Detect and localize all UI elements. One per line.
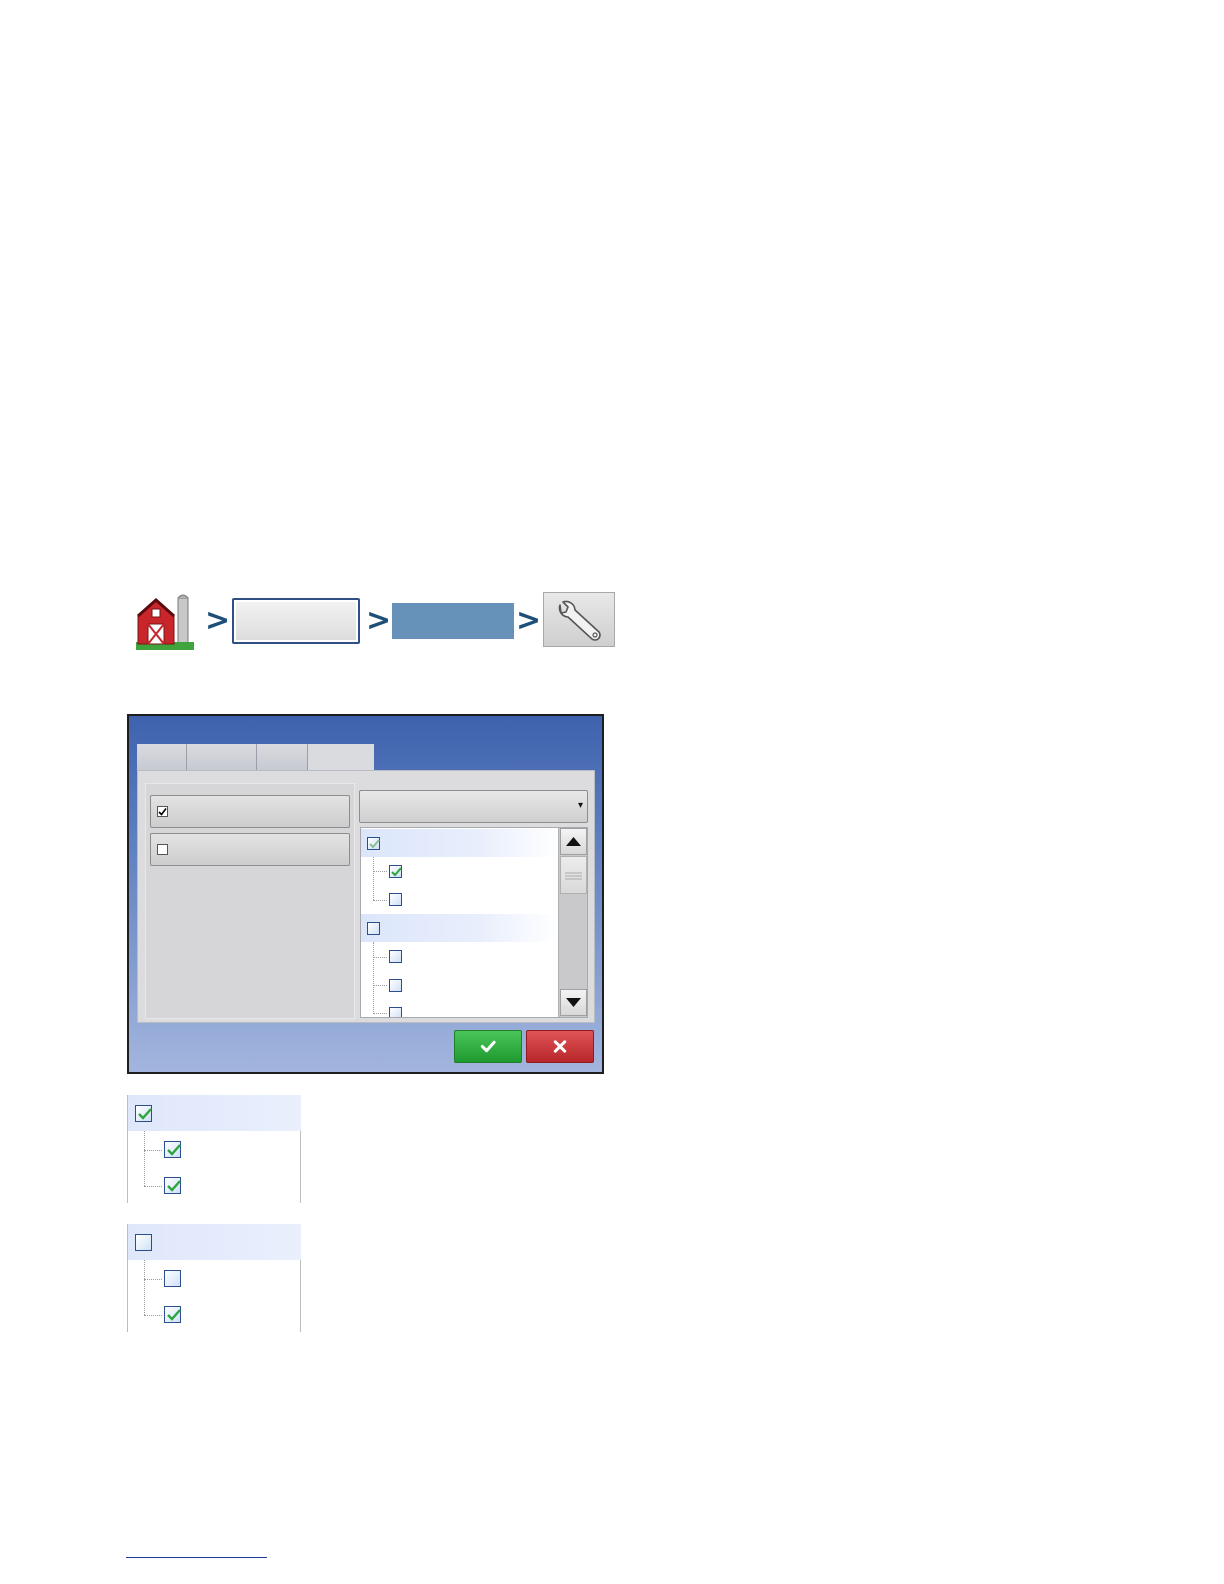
nav-step-button-2[interactable]: [392, 603, 514, 639]
check-icon: [167, 1144, 181, 1156]
option-button-1[interactable]: [150, 795, 350, 828]
checkbox-partial[interactable]: [367, 837, 380, 850]
nav-step-button-1[interactable]: [232, 598, 360, 644]
check-icon: [167, 1309, 181, 1321]
grip-icon: [565, 872, 582, 880]
tree-group-row[interactable]: [361, 914, 557, 942]
tree-child-checkbox-checked: [164, 1306, 181, 1323]
tree-connector: [373, 957, 387, 958]
tree-child-checkbox[interactable]: [389, 1007, 402, 1017]
arrow-up-icon: [566, 837, 581, 846]
chevron-right-icon: >: [516, 603, 542, 638]
chevron-right-icon: >: [205, 603, 231, 638]
wrench-icon: [558, 600, 601, 641]
option-button-2[interactable]: [150, 833, 350, 866]
tree-connector: [373, 857, 374, 900]
tree-group-checkbox: [135, 1234, 152, 1251]
check-icon: [391, 867, 402, 877]
barn-icon[interactable]: [136, 592, 194, 650]
tab-3[interactable]: [257, 744, 308, 771]
tree-connector: [144, 1150, 162, 1151]
dropdown-arrow-icon: ▾: [577, 800, 583, 811]
tree-scrollbar[interactable]: [558, 828, 587, 1017]
tree-connector: [144, 1260, 145, 1315]
tree-group-row: [128, 1224, 301, 1260]
check-icon: [480, 1040, 496, 1053]
tree-child-checkbox-checked: [164, 1141, 181, 1158]
tree-child-checkbox[interactable]: [389, 979, 402, 992]
check-icon: [158, 808, 167, 816]
checkbox-unchecked[interactable]: [157, 844, 168, 855]
tree-connector: [144, 1186, 162, 1187]
scroll-thumb[interactable]: [560, 856, 587, 894]
accept-button[interactable]: [454, 1030, 522, 1063]
tree-connector: [144, 1279, 162, 1280]
check-icon: [369, 839, 380, 849]
cancel-button[interactable]: [526, 1030, 594, 1063]
tree-connector: [373, 900, 387, 901]
setup-wrench-button[interactable]: [543, 592, 615, 647]
scroll-up-button[interactable]: [560, 828, 587, 855]
check-icon: [138, 1108, 152, 1120]
tab-2[interactable]: [187, 744, 257, 771]
tree-child-checkbox: [164, 1270, 181, 1287]
example-tree-partial: [127, 1224, 301, 1332]
close-icon: [553, 1040, 567, 1053]
tree-group-row[interactable]: [361, 829, 557, 857]
tab-4-active[interactable]: [308, 744, 374, 771]
chevron-right-icon: >: [366, 603, 392, 638]
item-tree: [360, 827, 588, 1018]
category-dropdown[interactable]: ▾: [359, 790, 588, 823]
tree-connector: [373, 1013, 387, 1014]
example-tree-all-checked: [127, 1095, 301, 1203]
tree-connector: [144, 1315, 162, 1316]
arrow-down-icon: [566, 998, 581, 1007]
check-icon: [167, 1180, 181, 1192]
tree-group-checkbox-checked: [135, 1105, 152, 1122]
tree-child-checkbox-checked[interactable]: [389, 865, 402, 878]
tree-connector: [373, 985, 387, 986]
tree-group-checkbox[interactable]: [367, 922, 380, 935]
checkbox-checked[interactable]: [157, 806, 168, 817]
footnote-rule: [126, 1557, 267, 1558]
tree-group-row: [128, 1095, 301, 1131]
tree-connector: [144, 1131, 145, 1186]
tree-connector: [373, 871, 387, 872]
tab-1[interactable]: [137, 744, 187, 771]
tree-child-checkbox-checked: [164, 1177, 181, 1194]
scroll-down-button[interactable]: [560, 989, 587, 1016]
tree-connector: [373, 942, 374, 1014]
tree-child-checkbox[interactable]: [389, 950, 402, 963]
tree-child-checkbox[interactable]: [389, 893, 402, 906]
